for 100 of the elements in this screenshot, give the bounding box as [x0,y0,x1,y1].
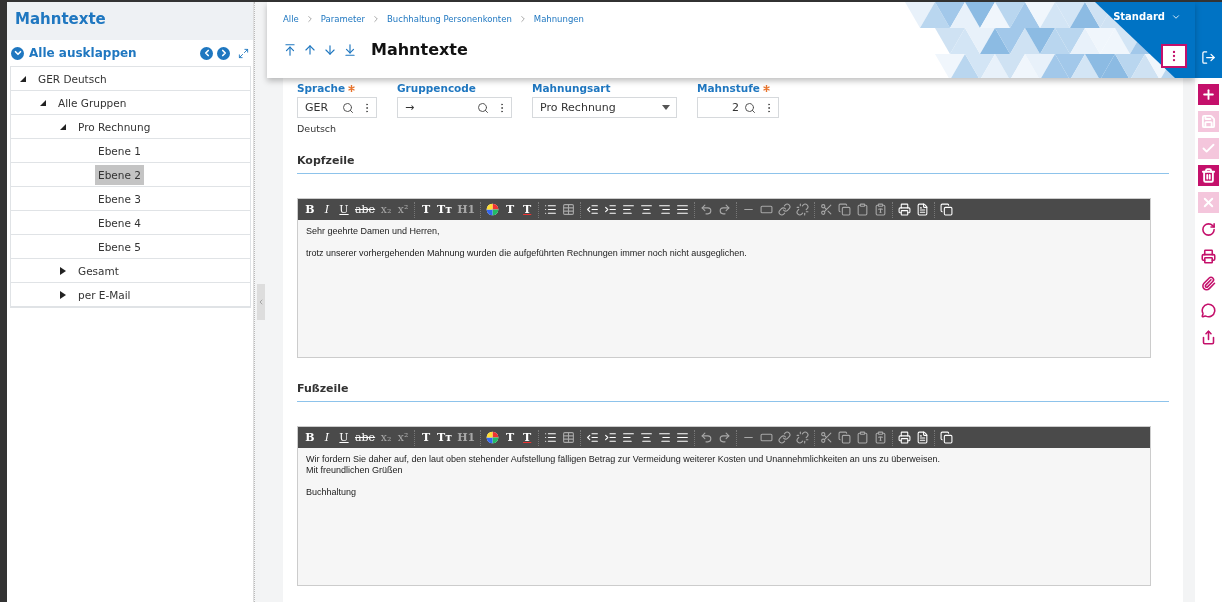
more-button[interactable] [1161,44,1187,68]
unlink-icon [796,431,810,444]
printer-button[interactable] [896,428,914,447]
tree-item[interactable]: Ebene 2 [95,164,144,185]
breadcrumb-link[interactable]: Buchhaltung Personenkonten [387,14,512,24]
editor-text: Wir fordern Sie daher auf, den laut oben stehender Aufstellung fälligen Betrag zur Vermeidung weiterer Kosten und Unannehmlichkeiten an uns zu überweisen. [306,454,941,465]
breadcrumb-link[interactable]: Alle [283,14,299,24]
field-label: Gruppencode [397,82,476,94]
profile-dropdown[interactable]: Standard [1107,10,1187,23]
format-button[interactable]: Tт [435,428,455,447]
copy-icon [838,431,852,444]
field-label: Mahnstufe [697,82,760,94]
windows-button[interactable] [938,200,956,219]
field-note: Deutsch [297,123,338,134]
windows-button[interactable] [938,428,956,447]
expander-icon[interactable] [39,98,47,107]
format-button[interactable]: T [418,428,435,447]
arrow-down-to-line-icon [343,42,357,57]
first-record-button[interactable] [283,42,297,57]
table-icon [562,203,576,216]
bold-button[interactable]: B [302,428,318,447]
windows-icon [940,203,954,216]
previous-record-button[interactable] [303,42,317,57]
align-center-icon [640,431,654,444]
table-icon [562,431,576,444]
format-button[interactable]: Tт [435,200,455,219]
next-record-button[interactable] [323,42,337,57]
print-button[interactable] [1198,246,1219,267]
editor-text: Mit freundlichen Grüßen [306,465,404,476]
clipboard-icon [856,203,870,216]
upload-icon [1201,330,1216,345]
breadcrumb-link[interactable]: Mahnungen [533,14,584,24]
tree-item[interactable]: Pro Rechnung [75,116,154,137]
trash-icon [1201,168,1216,183]
tree-item[interactable]: Ebene 3 [95,188,144,209]
expand-all-button[interactable]: Alle ausklappen [11,46,137,60]
bold-button[interactable]: B [302,200,318,219]
format-button[interactable]: T [502,428,519,447]
close-icon [1201,195,1216,210]
text-editor[interactable] [297,426,1151,586]
italic-button[interactable]: I [319,200,335,219]
last-record-button[interactable] [343,42,357,57]
next-icon[interactable] [217,46,230,60]
link-icon [778,431,792,444]
redo-icon [718,431,732,444]
editor-text: Buchhaltung [306,487,358,498]
clear-format-button[interactable]: T [519,200,536,219]
logout-button[interactable] [1201,50,1216,65]
printer-icon [1201,249,1216,264]
strikethrough-button[interactable]: abe [353,428,378,447]
add-button[interactable] [1198,84,1219,105]
chevron-down-icon [11,46,24,60]
tree-item[interactable]: Gesamt [75,260,122,281]
delete-button[interactable] [1198,165,1219,186]
tree-item[interactable]: Ebene 5 [95,236,144,257]
italic-button[interactable]: I [319,428,335,447]
arrow-up-icon [303,42,317,57]
align-left-icon [622,431,636,444]
expander-icon[interactable] [59,290,67,299]
clear-format-button[interactable]: T [519,428,536,447]
underline-button[interactable]: U [336,200,352,219]
indent-icon [604,431,618,444]
chevron-icon [371,14,381,24]
paperclip-icon [1201,276,1216,291]
clipboard-text-icon [874,203,888,216]
scissors-icon [820,431,834,444]
tree-item[interactable]: Alle Gruppen [55,92,130,113]
expander-icon[interactable] [19,74,27,83]
collapse-handle[interactable] [257,284,265,320]
align-left-icon [622,203,636,216]
printer-icon [898,431,912,444]
section-title: Fußzeile [297,370,1169,402]
expander-icon[interactable] [59,266,67,275]
check-icon [1201,141,1216,156]
select-field[interactable]: Pro Rechnung [532,97,677,118]
link-icon [778,203,792,216]
format-button[interactable]: T [502,200,519,219]
tree-item[interactable]: Ebene 1 [95,140,144,161]
color-wheel-icon [486,203,500,216]
field-icon [760,431,774,444]
format-button[interactable]: T [418,200,435,219]
expand-icon[interactable] [238,47,249,59]
undo-icon [700,203,714,216]
printer-button[interactable] [896,200,914,219]
page-title: Mahntexte [371,40,468,59]
tree-item[interactable]: GER Deutsch [35,68,110,89]
arrow-up-to-line-icon [283,42,297,57]
caret-icon [662,105,670,110]
breadcrumb-link[interactable]: Parameter [320,14,365,24]
indent-icon [604,203,618,216]
previous-icon[interactable] [200,46,213,60]
strikethrough-button[interactable]: abe [353,200,378,219]
underline-button[interactable]: U [336,428,352,447]
tree-item[interactable]: Ebene 4 [95,212,144,233]
copy-icon [838,203,852,216]
refresh-icon [1201,222,1216,237]
expander-icon[interactable] [59,122,67,131]
clipboard-icon [856,431,870,444]
color-wheel-icon [486,431,500,444]
tree-item[interactable]: per E-Mail [75,284,134,305]
